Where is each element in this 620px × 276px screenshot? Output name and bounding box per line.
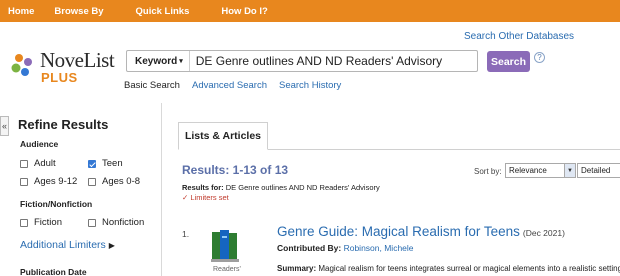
nonfiction-option[interactable]: Nonfiction (88, 217, 144, 228)
help-icon[interactable]: ? (534, 52, 545, 63)
ages-0-8-label: Ages 0-8 (102, 176, 141, 187)
ages-0-8-checkbox[interactable] (88, 177, 96, 186)
summary-text: Magical realism for teens integrates sur… (318, 264, 620, 273)
chevron-down-icon: ▼ (564, 164, 575, 177)
refine-results-title: Refine Results (18, 117, 109, 132)
nav-browse-by-label: Browse By (54, 5, 104, 17)
audience-ages-0-8-option[interactable]: Ages 0-8 (88, 176, 140, 187)
fiction-label: Fiction (34, 217, 62, 228)
nav-how-do-i-label: How Do I? (221, 5, 268, 17)
fiction-option[interactable]: Fiction (20, 217, 62, 228)
ages-9-12-label: Ages 9-12 (34, 176, 78, 187)
result-contributor: Contributed By: Robinson, Michele (277, 243, 414, 253)
nav-quick-links-label: Quick Links (135, 5, 190, 17)
limiters-set-indicator[interactable]: ✓ Limiters set (182, 193, 229, 202)
adult-checkbox[interactable] (20, 159, 28, 168)
book-caption: Readers' (213, 266, 241, 273)
audience-teen-option[interactable]: Teen (88, 158, 123, 169)
nonfiction-checkbox[interactable] (88, 218, 96, 227)
top-nav: Home Browse By Quick Links How Do I? (0, 0, 620, 22)
search-history-link[interactable]: Search History (279, 80, 341, 91)
nav-browse-by[interactable]: Browse By (42, 6, 111, 17)
audience-ages-9-12-option[interactable]: Ages 9-12 (20, 176, 77, 187)
basic-search-label: Basic Search (124, 80, 180, 91)
sort-by-label: Sort by: (474, 167, 502, 176)
sort-by-value: Relevance (509, 166, 547, 175)
results-for-query: DE Genre outlines AND ND Readers' Adviso… (225, 183, 380, 192)
search-input[interactable] (189, 51, 470, 71)
view-value: Detailed (581, 166, 611, 175)
nav-home-label: Home (8, 5, 35, 17)
nonfiction-label: Nonfiction (102, 217, 145, 228)
results-for: Results for: DE Genre outlines AND ND Re… (182, 183, 380, 192)
search-bar: Keyword ▾ (126, 50, 478, 72)
view-select[interactable]: Detailed (577, 163, 620, 178)
additional-limiters-link[interactable]: Additional Limiters ▶ (20, 239, 115, 251)
search-button[interactable]: Search (487, 51, 530, 72)
teen-checkbox[interactable] (88, 159, 96, 168)
audience-heading: Audience (20, 139, 59, 149)
search-field-select[interactable]: Keyword ▾ (127, 51, 190, 71)
result-summary: Summary: Magical realism for teens integ… (277, 264, 620, 273)
sort-by-select[interactable]: Relevance ▼ (505, 163, 576, 178)
advanced-search-link[interactable]: Advanced Search (192, 80, 267, 91)
results-for-label: Results for: (182, 183, 224, 192)
adult-label: Adult (34, 158, 56, 169)
books-icon[interactable] (211, 228, 241, 262)
logo-plus: PLUS (41, 70, 78, 85)
author-link[interactable]: Robinson, Michele (344, 243, 414, 253)
fiction-nonfiction-heading: Fiction/Nonfiction (20, 199, 93, 209)
search-mode-links: Basic Search Advanced Search Search Hist… (124, 80, 341, 91)
audience-adult-option[interactable]: Adult (20, 158, 56, 169)
collapse-panel-button[interactable]: « (0, 116, 9, 136)
search-other-databases-link[interactable]: Search Other Databases (464, 31, 574, 42)
contributed-by-label: Contributed By: (277, 243, 342, 253)
tab-lists-articles[interactable]: Lists & Articles (178, 122, 268, 150)
nav-how-do-i[interactable]: How Do I? (197, 6, 275, 17)
triangle-right-icon: ▶ (108, 241, 115, 250)
novelist-plus-logo[interactable]: NoveList PLUS (10, 46, 120, 86)
logo-dots-icon (11, 54, 32, 76)
nav-quick-links[interactable]: Quick Links (112, 6, 198, 17)
refine-panel: Refine Results Audience Adult Teen Ages … (10, 103, 162, 276)
result-title: Genre Guide: Magical Realism for Teens (277, 224, 520, 239)
teen-label: Teen (102, 158, 123, 169)
result-date: (Dec 2021) (522, 228, 565, 238)
search-field-label: Keyword (135, 55, 178, 67)
fiction-checkbox[interactable] (20, 218, 28, 227)
publication-date-heading: Publication Date (20, 267, 87, 276)
chevron-down-icon: ▾ (179, 58, 183, 65)
summary-label: Summary: (277, 264, 317, 273)
result-tabs: Lists & Articles (178, 122, 620, 150)
nav-home[interactable]: Home (0, 6, 42, 17)
additional-limiters-label: Additional Limiters (20, 239, 106, 251)
result-title-link[interactable]: Genre Guide: Magical Realism for Teens (D… (277, 224, 565, 239)
ages-9-12-checkbox[interactable] (20, 177, 28, 186)
results-count: Results: 1-13 of 13 (182, 163, 289, 177)
result-number: 1. (182, 229, 190, 239)
